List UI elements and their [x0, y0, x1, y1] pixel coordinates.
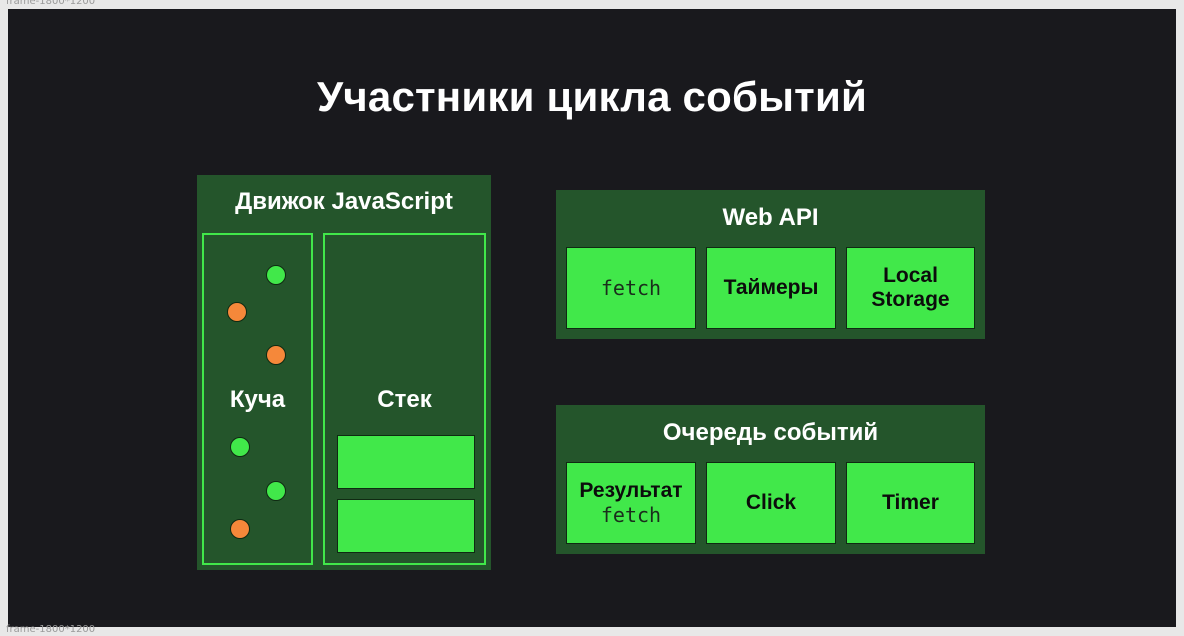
- web-api-fetch: fetch: [566, 247, 696, 329]
- slide-frame: Участники цикла событий Движок JavaScrip…: [8, 9, 1176, 627]
- queue-click-label: Click: [745, 490, 797, 514]
- heap-object-orange: [266, 345, 286, 365]
- stack-frame: [337, 435, 475, 489]
- queue-fetch-result: Результат fetch: [566, 462, 696, 544]
- stack-label: Стек: [377, 386, 432, 413]
- heap-object-green: [266, 265, 286, 285]
- event-queue-panel: Очередь событий Результат fetch Click Ti…: [556, 405, 985, 554]
- web-api-fetch-label: fetch: [600, 275, 662, 300]
- queue-click: Click: [706, 462, 836, 544]
- heap-object-orange: [227, 302, 247, 322]
- web-api-local-storage: Local Storage: [846, 247, 975, 329]
- slide-title: Участники цикла событий: [316, 73, 867, 120]
- js-engine-panel: Движок JavaScript Куча Стек: [197, 175, 491, 570]
- heap-label: Куча: [229, 386, 286, 413]
- heap-object-orange: [230, 519, 250, 539]
- frame-label-bottom: frame-1800*1200: [6, 624, 96, 635]
- heap-object-green: [266, 481, 286, 501]
- heap-object-green: [230, 437, 250, 457]
- queue-fetch-result-code: fetch: [600, 502, 662, 527]
- js-engine-title: Движок JavaScript: [235, 188, 453, 215]
- heap-box: Куча: [202, 233, 313, 565]
- web-api-timers: Таймеры: [706, 247, 836, 329]
- queue-timer-label: Timer: [882, 490, 939, 514]
- web-api-timers-label: Таймеры: [723, 275, 819, 299]
- web-api-panel: Web API fetch Таймеры Local Storage: [556, 190, 985, 339]
- queue-timer: Timer: [846, 462, 975, 544]
- web-api-title: Web API: [722, 204, 819, 231]
- web-api-local-storage-label: Local Storage: [871, 263, 950, 311]
- queue-fetch-result-label: Результат: [579, 479, 683, 503]
- stack-box: Стек: [323, 233, 486, 565]
- stack-frame: [337, 499, 475, 553]
- event-queue-title: Очередь событий: [662, 419, 879, 446]
- frame-label-top: frame-1800*1200: [6, 0, 96, 7]
